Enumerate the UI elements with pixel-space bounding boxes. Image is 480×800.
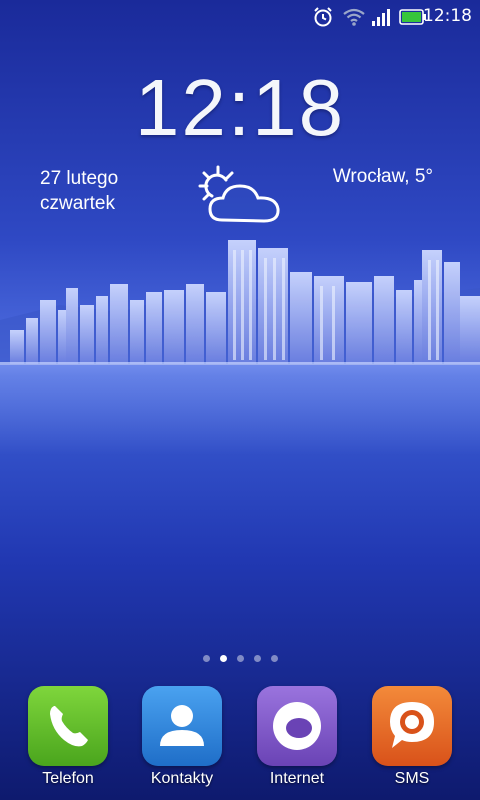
date-text: 27 lutego bbox=[40, 168, 119, 189]
wifi-icon bbox=[343, 8, 365, 26]
page-dot-active[interactable] bbox=[219, 655, 227, 662]
message-icon[interactable] bbox=[372, 686, 452, 766]
app-sms[interactable]: SMS bbox=[367, 686, 457, 788]
app-kontakty[interactable]: Kontakty bbox=[137, 686, 227, 788]
alarm-icon bbox=[314, 7, 332, 27]
app-label: Kontakty bbox=[150, 770, 214, 787]
clock-time[interactable]: 12:18 bbox=[0, 62, 480, 154]
browser-icon[interactable] bbox=[257, 686, 337, 766]
contact-icon[interactable] bbox=[142, 686, 222, 766]
date-block[interactable]: 27 lutego czwartek bbox=[40, 166, 118, 216]
page-dot[interactable] bbox=[202, 655, 210, 662]
dock: Telefon Kontakty Internet SMS bbox=[0, 686, 480, 800]
app-label: Telefon bbox=[42, 770, 94, 787]
page-dot[interactable] bbox=[270, 655, 278, 662]
location-temperature[interactable]: Wrocław, 5° bbox=[333, 166, 433, 188]
page-dot[interactable] bbox=[236, 655, 244, 662]
app-label: Internet bbox=[269, 770, 325, 787]
app-internet[interactable]: Internet bbox=[252, 686, 342, 788]
status-time: 12:18 bbox=[423, 6, 472, 26]
page-dot[interactable] bbox=[253, 655, 261, 662]
page-indicator bbox=[0, 655, 480, 662]
partly-cloudy-icon[interactable] bbox=[196, 164, 284, 228]
weekday-text: czwartek bbox=[40, 193, 115, 214]
app-telefon[interactable]: Telefon bbox=[23, 686, 113, 788]
signal-icon bbox=[372, 9, 390, 26]
status-bar: 12:18 bbox=[0, 0, 480, 34]
phone-icon[interactable] bbox=[28, 686, 108, 766]
app-label: SMS bbox=[394, 770, 430, 787]
